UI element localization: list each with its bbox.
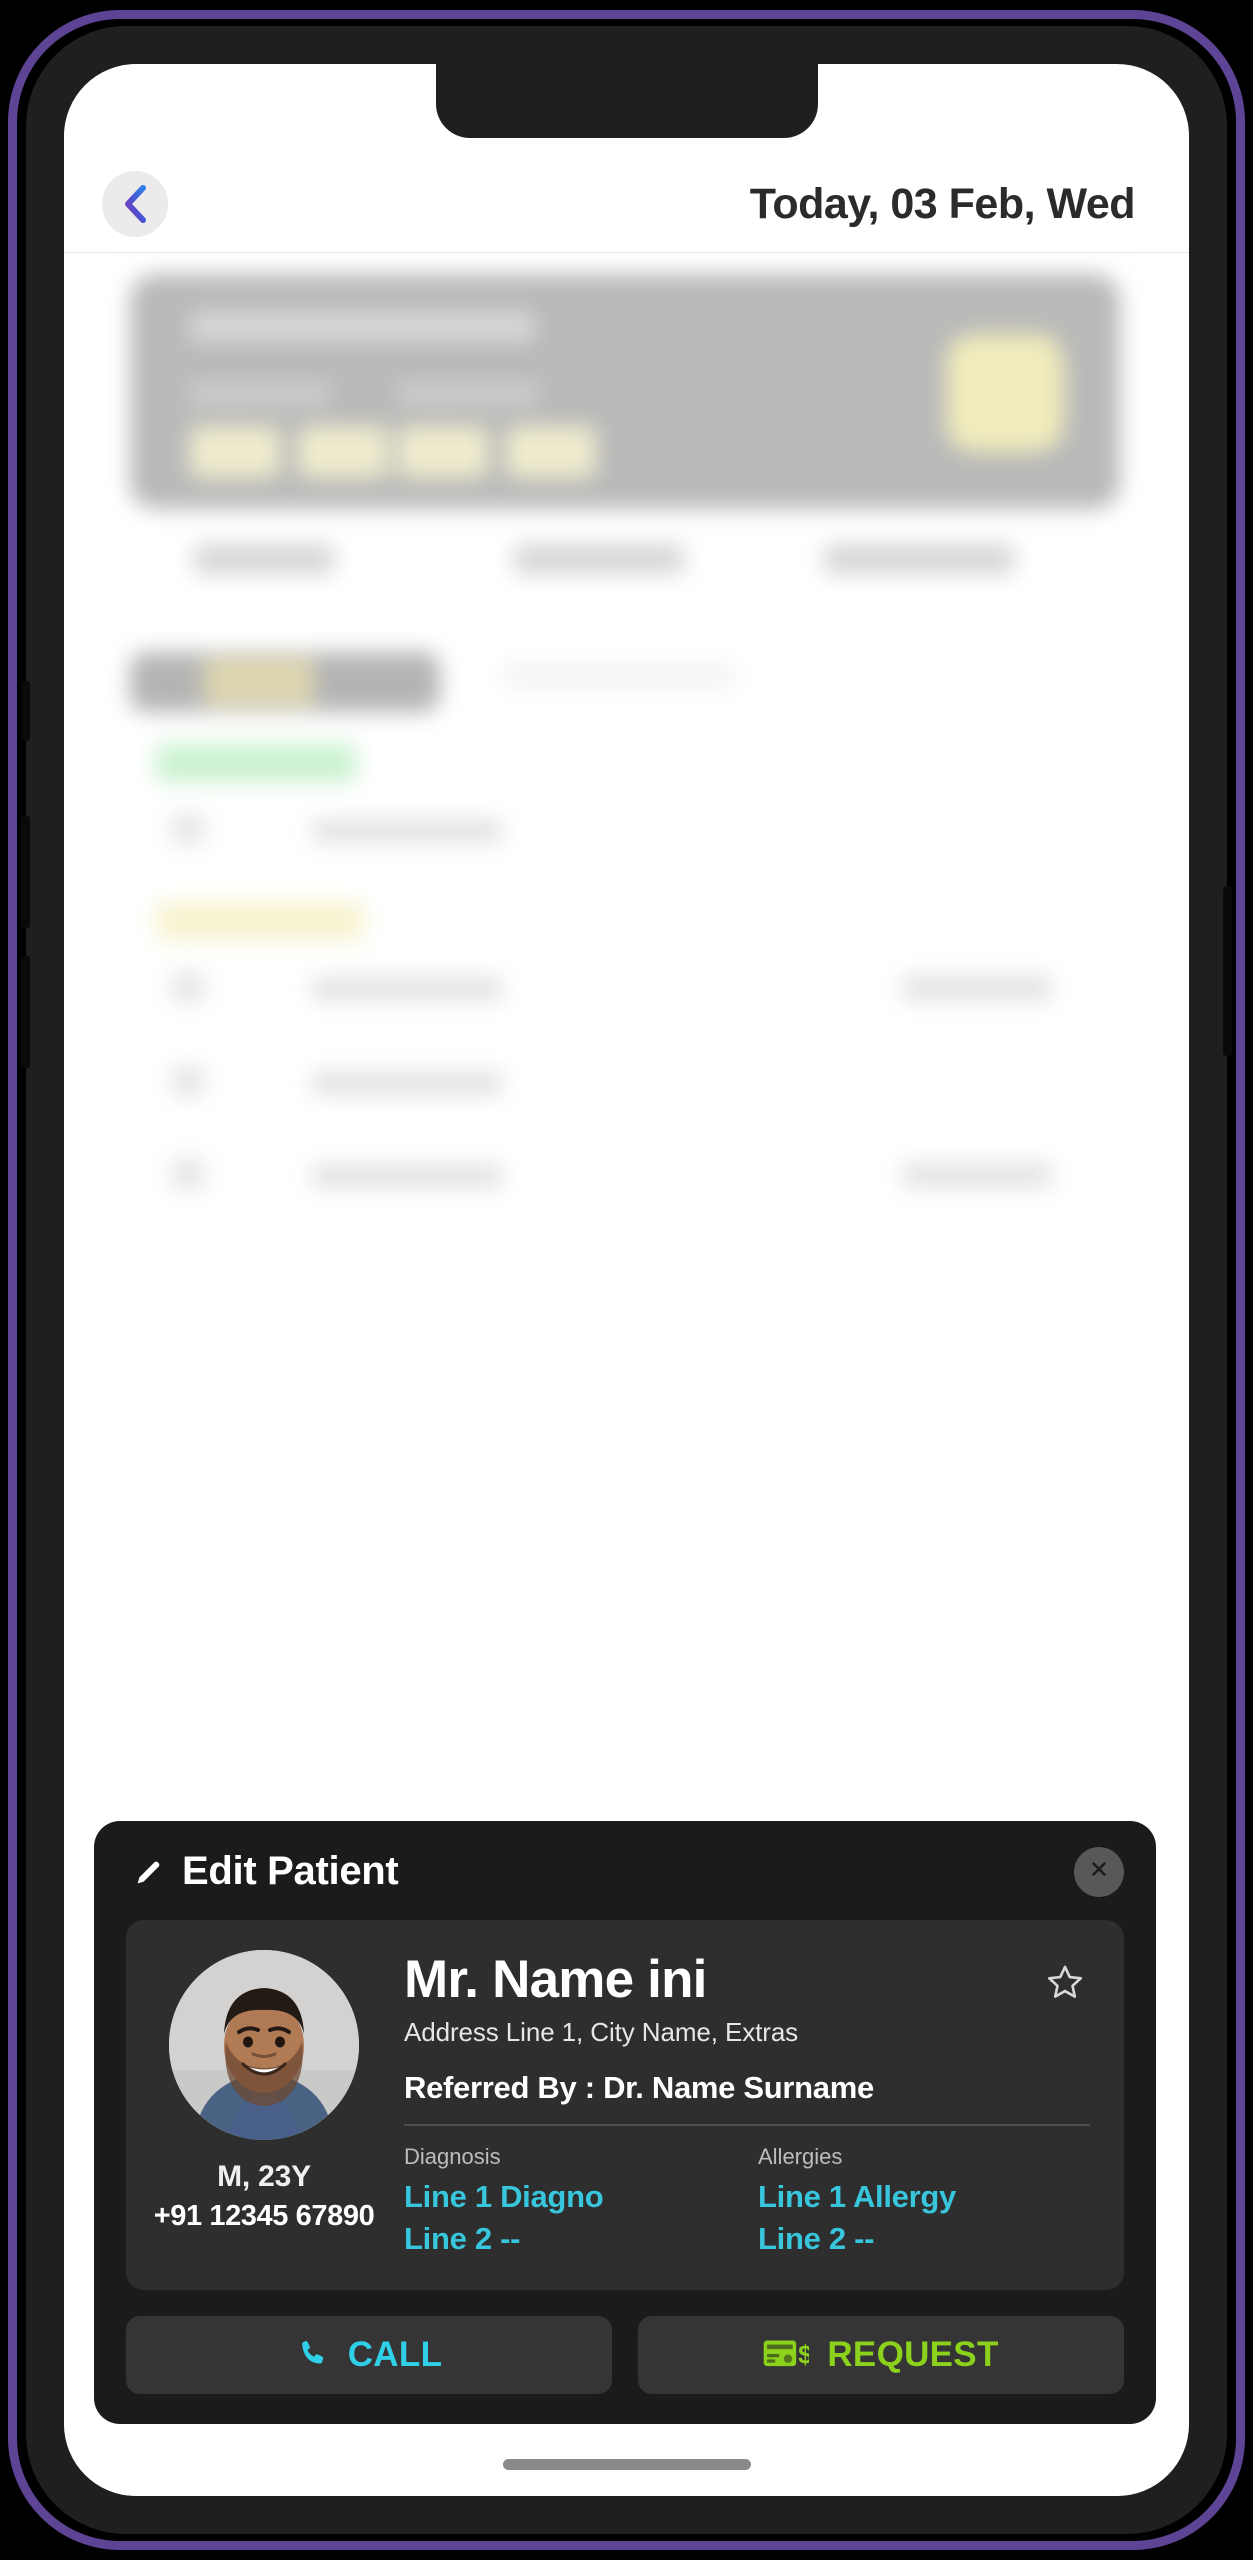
filter-pill-highlight <box>204 658 314 706</box>
row-icon-placeholder <box>172 1159 204 1189</box>
patient-referred-by: Referred By : Dr. Name Surname <box>404 2070 874 2106</box>
device-notch <box>435 64 818 138</box>
summary-title-placeholder <box>190 312 535 342</box>
request-button-label: REQUEST <box>827 2335 999 2374</box>
mute-switch-button[interactable] <box>22 681 30 741</box>
power-button[interactable] <box>1223 886 1232 1056</box>
diagnosis-line-1: Line 1 Diagno <box>404 2179 604 2215</box>
summary-badge <box>946 334 1064 452</box>
tabs-row-blurred <box>164 544 1044 578</box>
page-title: Today, 03 Feb, Wed <box>749 179 1136 228</box>
avatar <box>169 1950 359 2141</box>
close-button[interactable] <box>1074 1846 1124 1897</box>
tab-placeholder-2 <box>514 544 684 574</box>
request-button[interactable]: $ REQUEST <box>638 2316 1124 2394</box>
patient-name-row: Mr. Name ini <box>404 1952 1090 2009</box>
patient-gender-age: M, 23Y <box>217 2160 311 2194</box>
patient-address: Address Line 1, City Name, Extras <box>404 2017 799 2048</box>
row-right-placeholder <box>902 976 1052 1000</box>
tab-placeholder-3 <box>824 544 1014 574</box>
modal-title: Edit Patient <box>182 1849 399 1894</box>
divider <box>404 2124 1090 2127</box>
screenshot-stage: Today, 03 Feb, Wed Edit Patient M, 23Y +… <box>0 0 1253 2560</box>
summary-value-3 <box>398 426 488 478</box>
phone-icon <box>296 2337 330 2374</box>
summary-value-1 <box>190 426 280 478</box>
diagnosis-label: Diagnosis <box>404 2144 501 2170</box>
call-button[interactable]: CALL <box>126 2316 612 2394</box>
diagnosis-column: Diagnosis Line 1 Diagno Line 2 -- <box>404 2144 736 2260</box>
summary-label-1 <box>190 382 330 404</box>
allergies-label: Allergies <box>758 2144 843 2170</box>
app-header: Today, 03 Feb, Wed <box>64 156 1189 253</box>
call-button-label: CALL <box>347 2335 443 2374</box>
volume-down-button[interactable] <box>21 956 30 1068</box>
home-indicator[interactable] <box>502 2459 751 2470</box>
phone-screen: Today, 03 Feb, Wed Edit Patient M, 23Y +… <box>64 64 1189 2496</box>
phone-device: Today, 03 Feb, Wed Edit Patient M, 23Y +… <box>21 26 1232 2534</box>
patient-info-grid: Diagnosis Line 1 Diagno Line 2 -- Allerg… <box>404 2144 1090 2260</box>
patient-photo-avatar <box>169 1950 359 2141</box>
modal-header: Edit Patient <box>126 1846 1124 1897</box>
row-text-placeholder <box>312 978 502 1000</box>
payment-card-dollar-icon: $ <box>763 2337 813 2374</box>
summary-label-2 <box>398 382 538 404</box>
close-icon <box>1088 1858 1110 1885</box>
yellow-section-header <box>156 902 364 940</box>
edit-patient-modal: Edit Patient M, 23Y +91 12345 67890 Mr. … <box>94 1821 1156 2424</box>
diagnosis-line-2: Line 2 -- <box>404 2221 521 2257</box>
volume-up-button[interactable] <box>21 816 30 928</box>
row-text-placeholder <box>312 820 502 842</box>
patient-card: M, 23Y +91 12345 67890 Mr. Name ini Addr… <box>126 1920 1124 2290</box>
pencil-icon <box>132 1855 166 1889</box>
allergies-column: Allergies Line 1 Allergy Line 2 -- <box>758 2144 1090 2260</box>
allergies-line-1: Line 1 Allergy <box>758 2179 956 2215</box>
row-right-placeholder <box>902 1163 1052 1187</box>
summary-card-blurred <box>130 274 1120 509</box>
summary-value-2 <box>298 426 388 478</box>
modal-actions: CALL $ RE <box>126 2316 1124 2394</box>
patient-phone: +91 12345 67890 <box>153 2200 375 2233</box>
chevron-left-icon <box>121 184 149 224</box>
row-text-placeholder <box>312 1072 502 1094</box>
back-button[interactable] <box>102 171 168 237</box>
row-text-placeholder <box>312 1165 502 1187</box>
summary-value-4 <box>506 426 596 478</box>
row-icon-placeholder <box>172 814 204 844</box>
patient-name: Mr. Name ini <box>404 1950 707 2010</box>
green-section-header <box>156 744 356 782</box>
patient-right-column: Mr. Name ini Address Line 1, City Name, … <box>404 1950 1090 2260</box>
row-icon-placeholder <box>172 1066 204 1096</box>
patient-left-column: M, 23Y +91 12345 67890 <box>153 1950 375 2260</box>
tab-placeholder-1 <box>194 544 334 574</box>
favorite-button[interactable] <box>1044 1952 1090 2009</box>
svg-text:$: $ <box>799 2341 810 2369</box>
allergies-line-2: Line 2 -- <box>758 2221 875 2257</box>
pill-ghost-placeholder <box>504 664 734 686</box>
row-icon-placeholder <box>172 972 204 1002</box>
star-outline-icon <box>1044 1965 1086 2008</box>
